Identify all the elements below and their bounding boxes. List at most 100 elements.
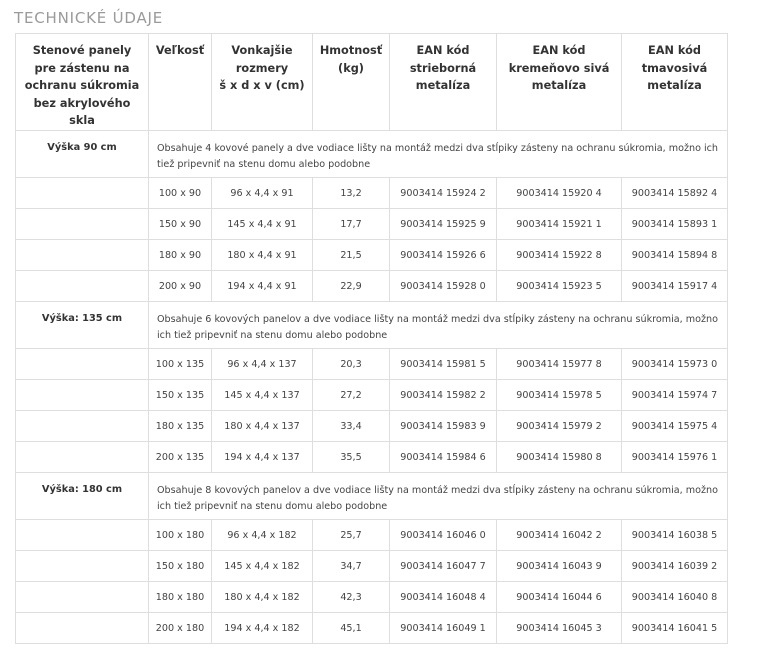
table-row: 150 x 135 145 x 4,4 x 137 27,2 9003414 1598… — [15, 379, 728, 411]
table-cell: 150 x 90 — [148, 208, 212, 240]
table-cell: 42,3 — [312, 581, 390, 613]
table-row: 200 x 90 194 x 4,4 x 91 22,9 9003414 15928 … — [15, 270, 728, 302]
page: TECHNICKÉ ÚDAJE Stenové panely pre zásten… — [0, 0, 771, 648]
table-cell: 33,4 — [312, 410, 390, 442]
column-header: EAN kód kremeňovo sivá metalíza — [496, 33, 622, 131]
table-cell: 9003414 15983 9 — [389, 410, 497, 442]
table-cell: 200 x 90 — [148, 270, 212, 302]
table-cell: 9003414 15926 6 — [389, 239, 497, 271]
table-cell: 9003414 16044 6 — [496, 581, 622, 613]
empty-cell — [15, 550, 149, 582]
column-header-line: strieborná — [409, 61, 477, 75]
column-header-line: rozmery — [235, 61, 289, 75]
table-cell: 9003414 16042 2 — [496, 519, 622, 551]
empty-cell — [15, 581, 149, 613]
column-header: EAN kód tmavosivá metalíza — [621, 33, 728, 131]
table-header-row: Stenové panely pre zástenu na ochranu súkr… — [15, 33, 728, 131]
table-cell: 96 x 4,4 x 137 — [211, 348, 313, 380]
table-cell: 96 x 4,4 x 182 — [211, 519, 313, 551]
column-header-line: kremeňovo sivá — [508, 61, 610, 75]
empty-cell — [15, 348, 149, 380]
table-cell: 9003414 15975 4 — [621, 410, 728, 442]
column-header-line: metalíza — [531, 79, 587, 92]
table-cell: 200 x 180 — [148, 612, 212, 644]
table-row: 100 x 90 96 x 4,4 x 91 13,2 9003414 15924 2… — [15, 177, 728, 209]
empty-cell — [15, 441, 149, 473]
table-cell: 9003414 15923 5 — [496, 270, 622, 302]
column-header-line: tmavosivá — [641, 61, 708, 75]
column-header-line: pre zástenu na — [34, 61, 130, 75]
empty-cell — [15, 239, 149, 271]
table-cell: 9003414 15980 8 — [496, 441, 622, 473]
table-cell: 180 x 90 — [148, 239, 212, 271]
table-cell: 9003414 15982 2 — [389, 379, 497, 411]
empty-cell — [15, 208, 149, 240]
table-row: 180 x 90 180 x 4,4 x 91 21,5 9003414 15926 … — [15, 239, 728, 271]
column-header-line: Hmotnosť — [319, 44, 383, 57]
column-header-line: ochranu súkromia — [24, 79, 140, 92]
table-cell: 194 x 4,4 x 137 — [211, 441, 313, 473]
table-cell: 9003414 15984 6 — [389, 441, 497, 473]
group-description: Obsahuje 6 kovových panelov a dve vodiac… — [148, 301, 728, 349]
column-header: Vonkajšie rozmery š x d x v (cm) — [211, 33, 313, 131]
table-cell: 180 x 4,4 x 91 — [211, 239, 313, 271]
table-cell: 145 x 4,4 x 137 — [211, 379, 313, 411]
table-row: 200 x 180 194 x 4,4 x 182 45,1 9003414 1604… — [15, 612, 728, 644]
table-row: 180 x 180 180 x 4,4 x 182 42,3 9003414 1604… — [15, 581, 728, 613]
table-cell: 13,2 — [312, 177, 390, 209]
table-cell: 25,7 — [312, 519, 390, 551]
table-cell: 9003414 16048 4 — [389, 581, 497, 613]
group-row: Výška 90 cm Obsahuje 4 kovové panely a dv… — [15, 130, 728, 178]
group-description: Obsahuje 4 kovové panely a dve vodiace l… — [148, 130, 728, 178]
table-cell: 9003414 15922 8 — [496, 239, 622, 271]
table-cell: 9003414 15981 5 — [389, 348, 497, 380]
table-cell: 9003414 15894 8 — [621, 239, 728, 271]
column-header-line: (kg) — [338, 61, 364, 75]
table-cell: 35,5 — [312, 441, 390, 473]
table-cell: 9003414 16046 0 — [389, 519, 497, 551]
table-cell: 9003414 16049 1 — [389, 612, 497, 644]
empty-cell — [15, 177, 149, 209]
group-description: Obsahuje 8 kovových panelov a dve vodiac… — [148, 472, 728, 520]
table-cell: 96 x 4,4 x 91 — [211, 177, 313, 209]
table-cell: 194 x 4,4 x 91 — [211, 270, 313, 302]
table-cell: 9003414 15976 1 — [621, 441, 728, 473]
table-cell: 9003414 16038 5 — [621, 519, 728, 551]
column-header-line: š x d x v (cm) — [219, 79, 305, 92]
table-cell: 9003414 15921 1 — [496, 208, 622, 240]
table-cell: 180 x 180 — [148, 581, 212, 613]
table-cell: 200 x 135 — [148, 441, 212, 473]
table-cell: 21,5 — [312, 239, 390, 271]
table-row: 100 x 180 96 x 4,4 x 182 25,7 9003414 16046… — [15, 519, 728, 551]
table-cell: 9003414 15974 7 — [621, 379, 728, 411]
table-cell: 100 x 135 — [148, 348, 212, 380]
group-label: Výška 90 cm — [15, 130, 149, 178]
column-header-line: EAN kód — [648, 44, 701, 57]
table-cell: 9003414 15924 2 — [389, 177, 497, 209]
table-cell: 34,7 — [312, 550, 390, 582]
column-header: Veľkosť — [148, 33, 212, 131]
group-row: Výška: 135 cm Obsahuje 6 kovových panelov… — [15, 301, 728, 349]
table-cell: 45,1 — [312, 612, 390, 644]
table-cell: 20,3 — [312, 348, 390, 380]
table-row: 180 x 135 180 x 4,4 x 137 33,4 9003414 1598… — [15, 410, 728, 442]
table-cell: 27,2 — [312, 379, 390, 411]
table-cell: 9003414 15979 2 — [496, 410, 622, 442]
table-cell: 150 x 180 — [148, 550, 212, 582]
table-cell: 9003414 15892 4 — [621, 177, 728, 209]
table-cell: 9003414 15973 0 — [621, 348, 728, 380]
table-cell: 9003414 16047 7 — [389, 550, 497, 582]
empty-cell — [15, 270, 149, 302]
spec-table: Stenové panely pre zástenu na ochranu súkr… — [15, 33, 728, 644]
table-cell: 194 x 4,4 x 182 — [211, 612, 313, 644]
table-row: 100 x 135 96 x 4,4 x 137 20,3 9003414 15981… — [15, 348, 728, 380]
column-header-line: metalíza — [415, 79, 471, 92]
table-row: 150 x 90 145 x 4,4 x 91 17,7 9003414 15925 … — [15, 208, 728, 240]
column-header: EAN kód strieborná metalíza — [389, 33, 497, 131]
table-cell: 180 x 4,4 x 182 — [211, 581, 313, 613]
empty-cell — [15, 379, 149, 411]
table-cell: 100 x 180 — [148, 519, 212, 551]
table-cell: 9003414 16043 9 — [496, 550, 622, 582]
table-cell: 9003414 16041 5 — [621, 612, 728, 644]
table-cell: 9003414 15925 9 — [389, 208, 497, 240]
